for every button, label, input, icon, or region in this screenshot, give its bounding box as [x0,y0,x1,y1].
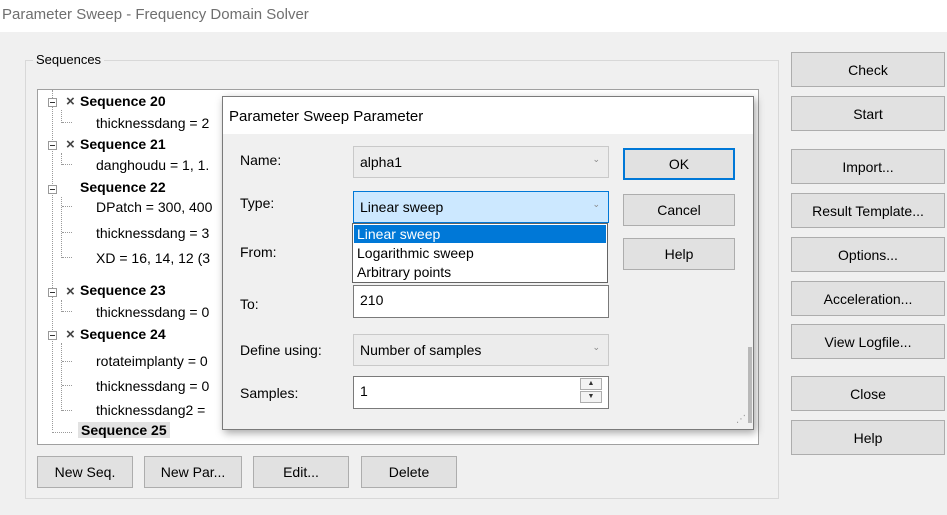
start-button[interactable]: Start [791,96,945,131]
tree-item-parameter[interactable]: XD = 16, 14, 12 (3 [96,250,210,266]
window-title: Parameter Sweep - Frequency Domain Solve… [2,6,309,23]
define-using-combobox[interactable]: Number of samples ⌄ [353,334,609,366]
close-button[interactable]: Close [791,376,945,411]
collapse-toggle-icon[interactable] [48,288,57,297]
tree-item-sequence-23[interactable]: Sequence 23 [80,282,166,298]
spin-up-icon[interactable]: ▲ [580,378,602,390]
type-option-linear-sweep[interactable]: Linear sweep [354,225,606,243]
chevron-down-icon: ⌄ [592,154,600,164]
tree-item-parameter[interactable]: thicknessdang = 0 [96,378,209,394]
samples-label: Samples: [240,385,299,401]
tree-item-parameter[interactable]: thicknessdang = 3 [96,225,209,241]
cancel-button[interactable]: Cancel [623,194,735,226]
tree-item-sequence-21[interactable]: Sequence 21 [80,136,166,152]
new-parameter-button[interactable]: New Par... [144,456,242,488]
to-input[interactable]: 210 [353,285,609,318]
type-dropdown-list[interactable]: Linear sweep Logarithmic sweep Arbitrary… [352,223,608,283]
define-using-label: Define using: [240,342,322,358]
samples-value: 1 [360,383,368,399]
acceleration-button[interactable]: Acceleration... [791,281,945,316]
tree-item-parameter[interactable]: thicknessdang2 = [96,402,205,418]
tree-item-parameter[interactable]: thicknessdang = 2 [96,115,209,131]
check-button[interactable]: Check [791,52,945,87]
view-logfile-button[interactable]: View Logfile... [791,324,945,359]
type-option-logarithmic-sweep[interactable]: Logarithmic sweep [354,244,606,262]
chevron-down-icon: ⌄ [592,199,600,209]
tree-item-sequence-22[interactable]: Sequence 22 [80,179,166,195]
disabled-x-icon: × [66,283,75,300]
tree-item-parameter[interactable]: DPatch = 300, 400 [96,199,212,215]
edit-button[interactable]: Edit... [253,456,349,488]
import-button[interactable]: Import... [791,149,945,184]
delete-button[interactable]: Delete [361,456,457,488]
collapse-toggle-icon[interactable] [48,98,57,107]
disabled-x-icon: × [66,136,75,153]
tree-item-sequence-20[interactable]: Sequence 20 [80,93,166,109]
to-label: To: [240,296,259,312]
tree-item-parameter[interactable]: rotateimplanty = 0 [96,353,208,369]
disabled-x-icon: × [66,93,75,110]
disabled-x-icon: × [66,326,75,343]
type-label: Type: [240,195,275,211]
tree-item-parameter[interactable]: thicknessdang = 0 [96,304,209,320]
result-template-button[interactable]: Result Template... [791,193,945,228]
define-using-value: Number of samples [360,342,482,358]
ok-button[interactable]: OK [623,148,735,180]
chevron-down-icon: ⌄ [592,342,600,352]
title-bar: Parameter Sweep - Frequency Domain Solve… [0,0,947,32]
name-label: Name: [240,152,282,168]
type-value: Linear sweep [360,199,444,215]
type-option-arbitrary-points[interactable]: Arbitrary points [354,263,606,281]
samples-spinner[interactable]: ▲ ▼ [578,375,608,407]
tree-item-sequence-25[interactable]: Sequence 25 [78,422,170,438]
resize-grip-icon[interactable]: ⋰ [736,414,746,425]
to-value: 210 [360,292,384,308]
options-button[interactable]: Options... [791,237,945,272]
name-value: alpha1 [360,154,403,170]
from-label: From: [240,244,277,260]
dialog-title-bar: Parameter Sweep Parameter [223,97,753,134]
collapse-toggle-icon[interactable] [48,331,57,340]
collapse-toggle-icon[interactable] [48,185,57,194]
sequences-caption: Sequences [33,52,105,67]
help-button[interactable]: Help [791,420,945,455]
samples-input[interactable]: 1 [353,376,609,409]
dialog-title: Parameter Sweep Parameter [229,108,424,125]
collapse-toggle-icon[interactable] [48,141,57,150]
spin-down-icon[interactable]: ▼ [580,391,602,403]
name-combobox[interactable]: alpha1 ⌄ [353,146,609,178]
dialog-help-button[interactable]: Help [623,238,735,270]
dialog-scrollbar[interactable] [748,347,752,423]
new-sequence-button[interactable]: New Seq. [37,456,133,488]
tree-item-sequence-24[interactable]: Sequence 24 [80,326,166,342]
type-combobox[interactable]: Linear sweep ⌄ [353,191,609,223]
tree-item-parameter[interactable]: danghoudu = 1, 1. [96,157,209,173]
